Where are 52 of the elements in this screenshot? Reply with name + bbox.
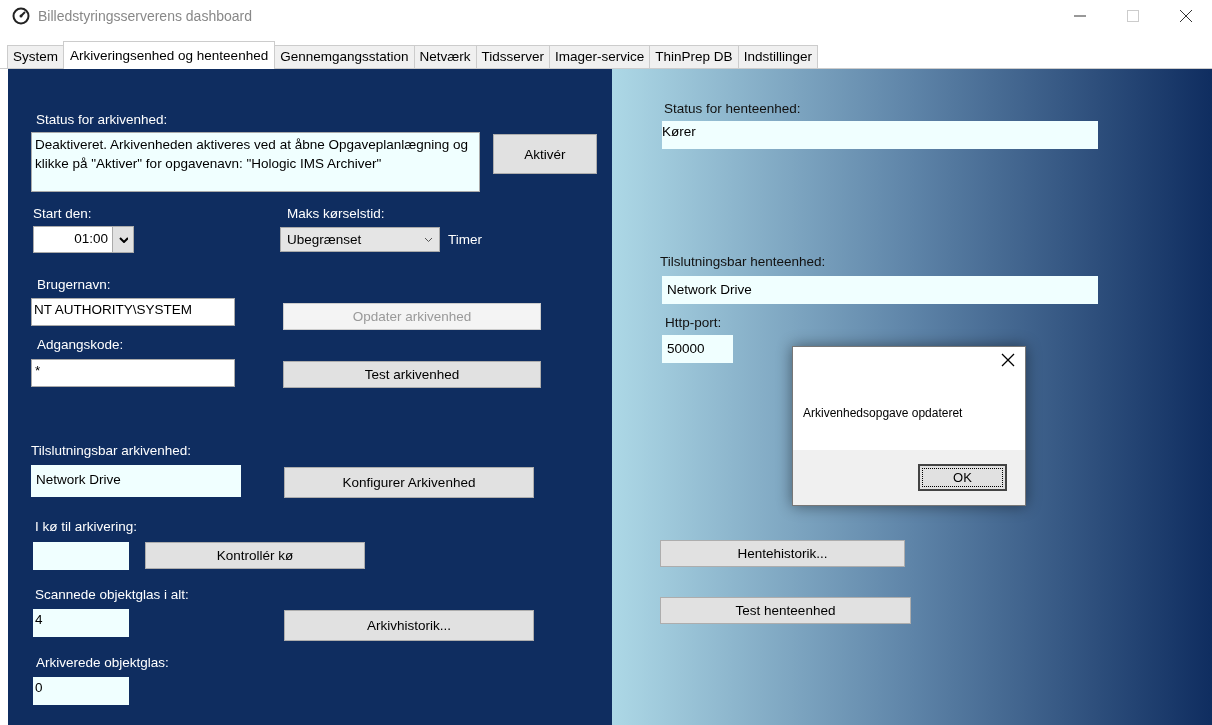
close-icon (1179, 10, 1192, 22)
field-label: Status for henteenhed: (664, 101, 802, 116)
window-title: Billedstyringsserverens dashboard (38, 8, 253, 24)
close-button[interactable] (1001, 353, 1015, 367)
dropdown-caret-icon (118, 236, 128, 243)
button[interactable]: Aktivér (493, 134, 597, 174)
field-label: Maks kørselstid: (287, 206, 386, 221)
tab[interactable]: Tidsserver (475, 45, 551, 68)
text-field[interactable]: Network Drive (31, 465, 241, 497)
maximize-icon (1126, 10, 1139, 22)
text-field[interactable]: Network Drive (662, 276, 1098, 304)
text-field[interactable]: Deaktiveret. Arkivenheden aktiveres ved at åbne Opgaveplanlægning og klikke på "Aktiver" for opgavenavn: "Hologic IMS Archiver" (31, 132, 480, 192)
field-label: Status for arkivenhed: (36, 112, 169, 127)
field-label: Start den: (33, 206, 93, 221)
button[interactable]: Test arkivenhed (283, 361, 541, 388)
button[interactable]: Arkivhistorik... (284, 610, 534, 641)
dropdown-value: Ubegrænset (287, 232, 362, 247)
dialog-message: Arkivenhedsopgave opdateret (803, 406, 963, 420)
tab[interactable]: Imager-service (549, 45, 651, 68)
field-label: Brugernavn: (37, 277, 112, 292)
text-field[interactable]: 50000 (662, 335, 733, 363)
time-picker[interactable]: 01:00 (33, 226, 134, 253)
button[interactable]: Kontrollér kø (145, 542, 365, 569)
tab[interactable]: Netværk (413, 45, 477, 68)
tab[interactable]: Arkiveringsenhed og henteenhed (63, 41, 276, 69)
field-label: I kø til arkivering: (35, 519, 139, 534)
field-label: Scannede objektglas i alt: (35, 587, 190, 602)
close-icon (1001, 353, 1015, 367)
dropdown-caret-icon (424, 236, 433, 243)
field-label: Adgangskode: (37, 337, 125, 352)
text-field[interactable] (33, 542, 129, 570)
field-label: Tilslutningsbar henteenhed: (660, 254, 827, 269)
ok-button[interactable]: OK (918, 464, 1007, 491)
text-field[interactable]: 4 (33, 609, 129, 637)
text-field[interactable]: 0 (33, 677, 129, 705)
tab[interactable]: Gennemgangsstation (274, 45, 415, 68)
text-field[interactable]: Kører (662, 121, 1098, 149)
tab[interactable]: ThinPrep DB (649, 45, 739, 68)
text-field[interactable]: * (31, 359, 235, 387)
tab[interactable]: Indstillinger (737, 45, 818, 68)
field-label: Tilslutningsbar arkivenhed: (31, 443, 193, 458)
time-value: 01:00 (73, 230, 109, 248)
tab[interactable]: System (7, 45, 64, 68)
field-label: Arkiverede objektglas: (36, 655, 170, 670)
button[interactable]: Test henteenhed (660, 597, 911, 624)
button[interactable]: Konfigurer Arkivenhed (284, 467, 534, 498)
field-label: Timer (448, 232, 482, 247)
button[interactable]: Hentehistorik... (660, 540, 905, 567)
gauge-icon (12, 7, 30, 25)
field-label: Http-port: (665, 315, 723, 330)
text-field[interactable]: NT AUTHORITY\SYSTEM (31, 298, 235, 326)
dropdown[interactable]: Ubegrænset (280, 227, 440, 252)
